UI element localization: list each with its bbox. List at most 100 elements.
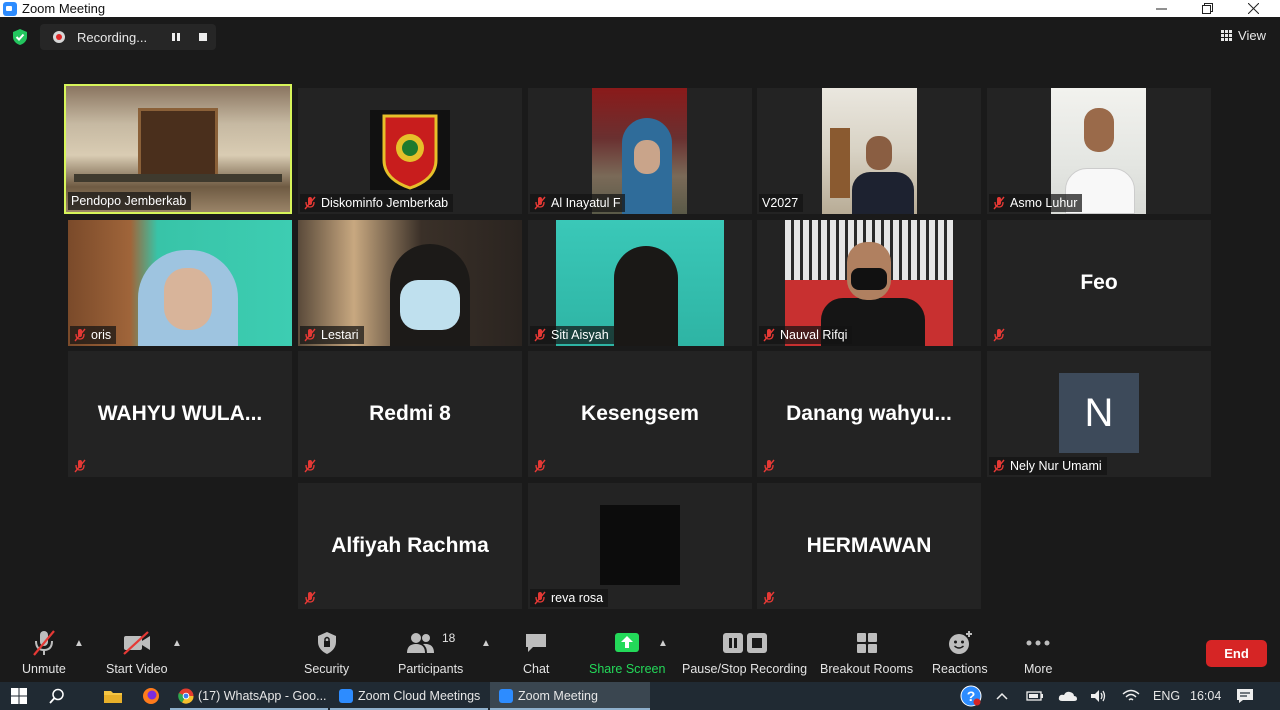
video-tile-redmi-8[interactable]: Redmi 8 [298,351,522,477]
taskbar-zoom-meeting[interactable]: Zoom Meeting [490,682,650,710]
pause-stop-recording-label: Pause/Stop Recording [682,662,808,676]
chat-bubble-icon [523,628,549,658]
stop-recording-button[interactable] [195,29,211,45]
muted-mic-icon [304,328,316,342]
help-icon[interactable]: ? [960,682,982,710]
onedrive-cloud-icon[interactable] [1058,682,1078,710]
muted-mic-icon [763,459,775,473]
video-tile-pendopo-jemberkab[interactable]: Pendopo Jemberkab [64,84,292,214]
minimize-button[interactable] [1138,0,1184,17]
video-tile-feo[interactable]: Feo [987,220,1211,346]
view-button[interactable]: View [1221,24,1266,46]
pause-stop-recording-button[interactable]: Pause/Stop Recording [682,628,807,676]
recording-indicator: Recording... [40,24,216,50]
chat-button[interactable]: Chat [523,628,549,676]
participant-video [600,505,680,585]
breakout-rooms-button[interactable]: Breakout Rooms [820,628,913,676]
unmute-button[interactable]: Unmute [22,628,66,676]
tile-display-name: Alfiyah Rachma [331,534,489,557]
tile-nameplate: Nauval Rifqi [759,326,853,344]
encryption-shield-icon[interactable] [11,28,29,46]
zoom-app-icon [339,689,353,703]
share-screen-button[interactable]: Share Screen [589,628,665,676]
video-tile-reva-rosa[interactable]: reva rosa [528,483,752,609]
video-tile-kesengsem[interactable]: Kesengsem [528,351,752,477]
muted-mic-icon [993,196,1005,210]
tile-name: Al Inayatul F [551,196,621,210]
participants-label: Participants [398,662,464,676]
start-video-button[interactable]: Start Video [106,628,168,676]
reactions-label: Reactions [932,662,988,676]
jember-emblem-icon [382,114,438,190]
tile-nameplate [70,457,96,475]
participants-button[interactable]: 18 Participants [398,628,463,676]
grid-view-icon [1221,29,1233,41]
notifications-icon[interactable] [1236,682,1254,710]
security-button[interactable]: Security [304,628,349,676]
tile-display-name: Kesengsem [581,402,699,425]
tray-overflow-chevron-icon[interactable] [996,682,1008,710]
minimize-icon [1155,8,1167,10]
more-dots-icon [1025,628,1051,658]
taskbar-zoom-cloud-meetings[interactable]: Zoom Cloud Meetings [330,682,488,710]
volume-icon[interactable] [1090,682,1108,710]
tile-display-name: Redmi 8 [369,402,451,425]
tile-nameplate: Al Inayatul F [530,194,626,212]
pause-icon [172,33,180,41]
pause-recording-button[interactable] [168,29,184,45]
video-tile-danang-wahyu[interactable]: Danang wahyu... [757,351,981,477]
taskbar-file-explorer[interactable] [102,682,124,710]
end-meeting-button[interactable]: End [1206,640,1267,667]
video-options-chevron-icon[interactable]: ▲ [172,638,182,649]
video-tile-al-inayatul[interactable]: Al Inayatul F [528,88,752,214]
zoom-app-icon [499,689,513,703]
restore-button[interactable] [1184,0,1230,17]
video-tile-asmo-luhur[interactable]: Asmo Luhur [987,88,1211,214]
close-icon [1247,3,1259,14]
tile-nameplate: Lestari [300,326,364,344]
video-tile-lestari[interactable]: Lestari [298,220,522,346]
wifi-icon[interactable] [1122,682,1140,710]
start-video-label: Start Video [106,662,168,676]
more-button[interactable]: More [1024,628,1052,676]
video-tile-oris[interactable]: oris [68,220,292,346]
smiley-reaction-icon [947,628,973,658]
taskbar-search-button[interactable] [46,682,68,710]
muted-mic-icon [31,628,57,658]
tile-name: Siti Aisyah [551,328,609,342]
input-language[interactable]: ENG [1153,682,1180,710]
more-label: More [1024,662,1053,676]
tile-nameplate [300,457,326,475]
zoom-app-icon [3,1,17,16]
video-tile-wahyu-wula[interactable]: WAHYU WULA... [68,351,292,477]
muted-mic-icon [304,196,316,210]
video-tile-alfiyah-rachma[interactable]: Alfiyah Rachma [298,483,522,609]
video-tile-nely-nur-umami[interactable]: N Nely Nur Umami [987,351,1211,477]
taskbar-zoom-cloud-label: Zoom Cloud Meetings [358,689,481,703]
video-tile-diskominfo-jemberkab[interactable]: Diskominfo Jemberkab [298,88,522,214]
battery-icon[interactable] [1026,682,1044,710]
close-button[interactable] [1230,0,1276,17]
video-tile-v2027[interactable]: V2027 [757,88,981,214]
participants-options-chevron-icon[interactable]: ▲ [481,638,491,649]
tile-nameplate [989,326,1015,344]
taskbar-firefox[interactable] [140,682,162,710]
meeting-toolbar: Unmute ▲ Start Video ▲ Security 18 Parti… [0,620,1280,682]
video-tile-hermawan[interactable]: HERMAWAN [757,483,981,609]
folder-icon [104,691,122,703]
search-icon [49,688,64,704]
participant-logo [370,110,450,190]
video-tile-nauval-rifqi[interactable]: Nauval Rifqi [757,220,981,346]
taskbar-clock[interactable]: 16:04 [1190,682,1221,710]
tile-nameplate: Asmo Luhur [989,194,1083,212]
start-button[interactable] [8,682,30,710]
audio-options-chevron-icon[interactable]: ▲ [74,638,84,649]
muted-mic-icon [74,459,86,473]
reactions-button[interactable]: Reactions [932,628,988,676]
window-title: Zoom Meeting [22,1,106,16]
tile-nameplate [759,589,785,607]
video-tile-siti-aisyah[interactable]: Siti Aisyah [528,220,752,346]
share-options-chevron-icon[interactable]: ▲ [658,638,668,649]
taskbar-whatsapp-chrome[interactable]: (17) WhatsApp - Goo... [170,682,328,710]
tile-nameplate [759,457,785,475]
